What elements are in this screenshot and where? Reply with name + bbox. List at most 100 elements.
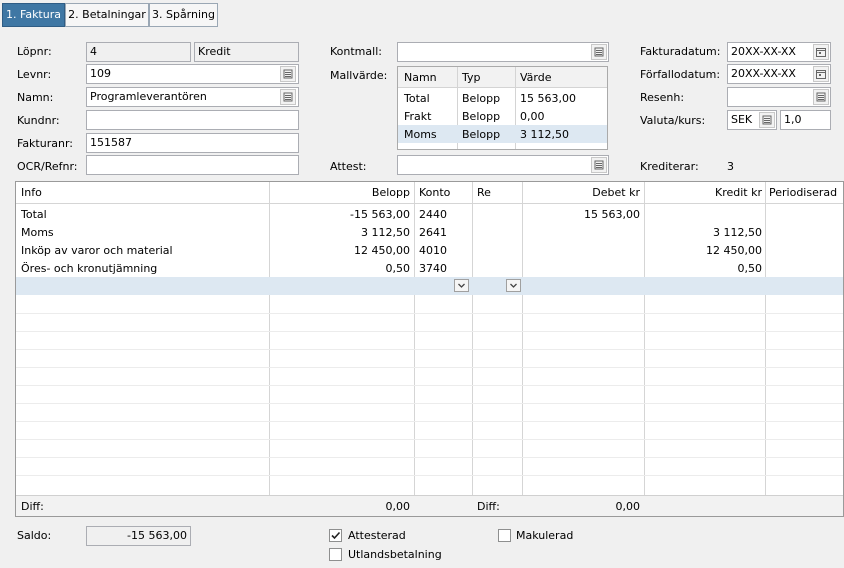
- col-debet[interactable]: Debet kr: [522, 186, 640, 199]
- grid-cell-debet: 15 563,00: [584, 208, 640, 221]
- attest-field[interactable]: [397, 155, 609, 175]
- mallvarde-cell: Total: [404, 92, 430, 105]
- resenh-picker-button[interactable]: [813, 89, 829, 105]
- mallvarde-col-varde[interactable]: Värde: [520, 71, 552, 84]
- calendar-icon: [816, 70, 826, 79]
- list-picker-icon: [816, 92, 826, 102]
- attest-picker-button[interactable]: [591, 157, 607, 173]
- mallvarde-cell: 15 563,00: [520, 92, 576, 105]
- grid-new-row[interactable]: [16, 277, 843, 295]
- attesterad-label: Attesterad: [348, 529, 406, 542]
- mallvarde-cell: Belopp: [462, 128, 501, 141]
- col-periodiserad[interactable]: Periodiserad: [769, 186, 837, 199]
- mallvarde-col-namn[interactable]: Namn: [404, 71, 437, 84]
- grid-row-line: [16, 367, 843, 368]
- grid-row-line: [16, 313, 843, 314]
- grid-row-line: [16, 349, 843, 350]
- valuta-picker-button[interactable]: [759, 112, 775, 128]
- makulerad-label: Makulerad: [516, 529, 574, 542]
- mallvarde-row[interactable]: Total Belopp 15 563,00: [398, 89, 607, 107]
- tab-faktura[interactable]: 1. Faktura: [2, 3, 65, 27]
- grid-cell-info: Total: [21, 208, 47, 221]
- fakturadatum-value: 20XX-XX-XX: [731, 45, 796, 58]
- diff-label-2: Diff:: [477, 500, 500, 513]
- attesterad-checkbox[interactable]: [329, 529, 342, 542]
- mallvarde-col-typ[interactable]: Typ: [462, 71, 481, 84]
- col-re[interactable]: Re: [477, 186, 491, 199]
- list-picker-icon: [762, 115, 772, 125]
- fakturanr-field[interactable]: 151587: [86, 133, 299, 153]
- list-picker-icon: [283, 92, 293, 102]
- chevron-down-icon: [458, 283, 465, 288]
- col-belopp[interactable]: Belopp: [269, 186, 410, 199]
- levnr-field[interactable]: 109: [86, 64, 299, 84]
- grid-row-line: [16, 475, 843, 476]
- mallvarde-row[interactable]: Frakt Belopp 0,00: [398, 107, 607, 125]
- lopnr-label: Löpnr:: [17, 45, 52, 58]
- grid-footer: Diff: 0,00 Diff: 0,00: [16, 495, 843, 516]
- saldo-label: Saldo:: [17, 529, 52, 542]
- diff-debet-value: 0,00: [615, 500, 641, 513]
- grid-cell-belopp: 0,50: [385, 262, 411, 275]
- col-kredit[interactable]: Kredit kr: [644, 186, 762, 199]
- levnr-value: 109: [90, 67, 111, 80]
- grid-cell-belopp: 3 112,50: [361, 226, 410, 239]
- mallvarde-table[interactable]: Namn Typ Värde Total Belopp 15 563,00 Fr…: [397, 66, 608, 150]
- forfallodatum-calendar-button[interactable]: [813, 66, 829, 82]
- mallvarde-cell: Belopp: [462, 92, 501, 105]
- saldo-field: -15 563,00: [86, 526, 191, 546]
- col-info[interactable]: Info: [21, 186, 42, 199]
- forfallodatum-value: 20XX-XX-XX: [731, 67, 796, 80]
- tab-sparning[interactable]: 3. Spårning: [149, 3, 218, 27]
- mallvarde-row-selected[interactable]: Moms Belopp 3 112,50: [398, 125, 607, 143]
- konto-dropdown-button[interactable]: [454, 279, 469, 292]
- fakturadatum-label: Fakturadatum:: [640, 45, 721, 58]
- grid-row[interactable]: Inköp av varor och material 12 450,00 40…: [16, 241, 843, 259]
- grid-cell-kredit: 12 450,00: [706, 244, 762, 257]
- namn-label: Namn:: [17, 91, 54, 104]
- mallvarde-cell: Belopp: [462, 110, 501, 123]
- attest-label: Attest:: [330, 160, 367, 173]
- tab-betalningar[interactable]: 2. Betalningar: [65, 3, 149, 27]
- kontmall-picker-button[interactable]: [591, 44, 607, 60]
- col-konto[interactable]: Konto: [419, 186, 450, 199]
- mallvarde-cell: Frakt: [404, 110, 432, 123]
- levnr-picker-button[interactable]: [280, 66, 296, 82]
- re-dropdown-button[interactable]: [506, 279, 521, 292]
- grid-cell-info: Moms: [21, 226, 54, 239]
- diff-label: Diff:: [21, 500, 44, 513]
- grid-cell-kredit: 3 112,50: [713, 226, 762, 239]
- list-picker-icon: [594, 160, 604, 170]
- grid-row[interactable]: Moms 3 112,50 2641 3 112,50: [16, 223, 843, 241]
- resenh-label: Resenh:: [640, 91, 685, 104]
- namn-picker-button[interactable]: [280, 89, 296, 105]
- forfallodatum-label: Förfallodatum:: [640, 68, 721, 81]
- namn-value: Programleverantören: [90, 90, 207, 103]
- ocr-field[interactable]: [86, 155, 299, 175]
- kundnr-field[interactable]: [86, 110, 299, 130]
- levnr-label: Levnr:: [17, 68, 52, 81]
- calendar-icon: [816, 48, 826, 57]
- grid-cell-info: Inköp av varor och material: [21, 244, 173, 257]
- list-picker-icon: [594, 47, 604, 57]
- grid-row[interactable]: Total -15 563,00 2440 15 563,00: [16, 205, 843, 223]
- mallvarde-label: Mallvärde:: [330, 69, 388, 82]
- chevron-down-icon: [510, 283, 517, 288]
- grid-cell-konto: 3740: [419, 262, 447, 275]
- grid-cell-konto: 2440: [419, 208, 447, 221]
- utlandsbetalning-checkbox[interactable]: [329, 548, 342, 561]
- makulerad-checkbox[interactable]: [498, 529, 511, 542]
- booking-grid[interactable]: Info Belopp Konto Re Debet kr Kredit kr …: [15, 181, 844, 517]
- grid-cell-konto: 4010: [419, 244, 447, 257]
- valuta-value: SEK: [731, 113, 753, 126]
- namn-field[interactable]: Programleverantören: [86, 87, 299, 107]
- kurs-field[interactable]: 1,0: [780, 110, 831, 130]
- grid-row-line: [16, 457, 843, 458]
- fakturadatum-calendar-button[interactable]: [813, 44, 829, 60]
- grid-row-line: [16, 385, 843, 386]
- kontmall-field[interactable]: [397, 42, 609, 62]
- lopnr-field: 4: [86, 42, 191, 62]
- grid-row[interactable]: Öres- och kronutjämning 0,50 3740 0,50: [16, 259, 843, 277]
- krediterar-value: 3: [727, 160, 734, 173]
- grid-cell-belopp: 12 450,00: [354, 244, 410, 257]
